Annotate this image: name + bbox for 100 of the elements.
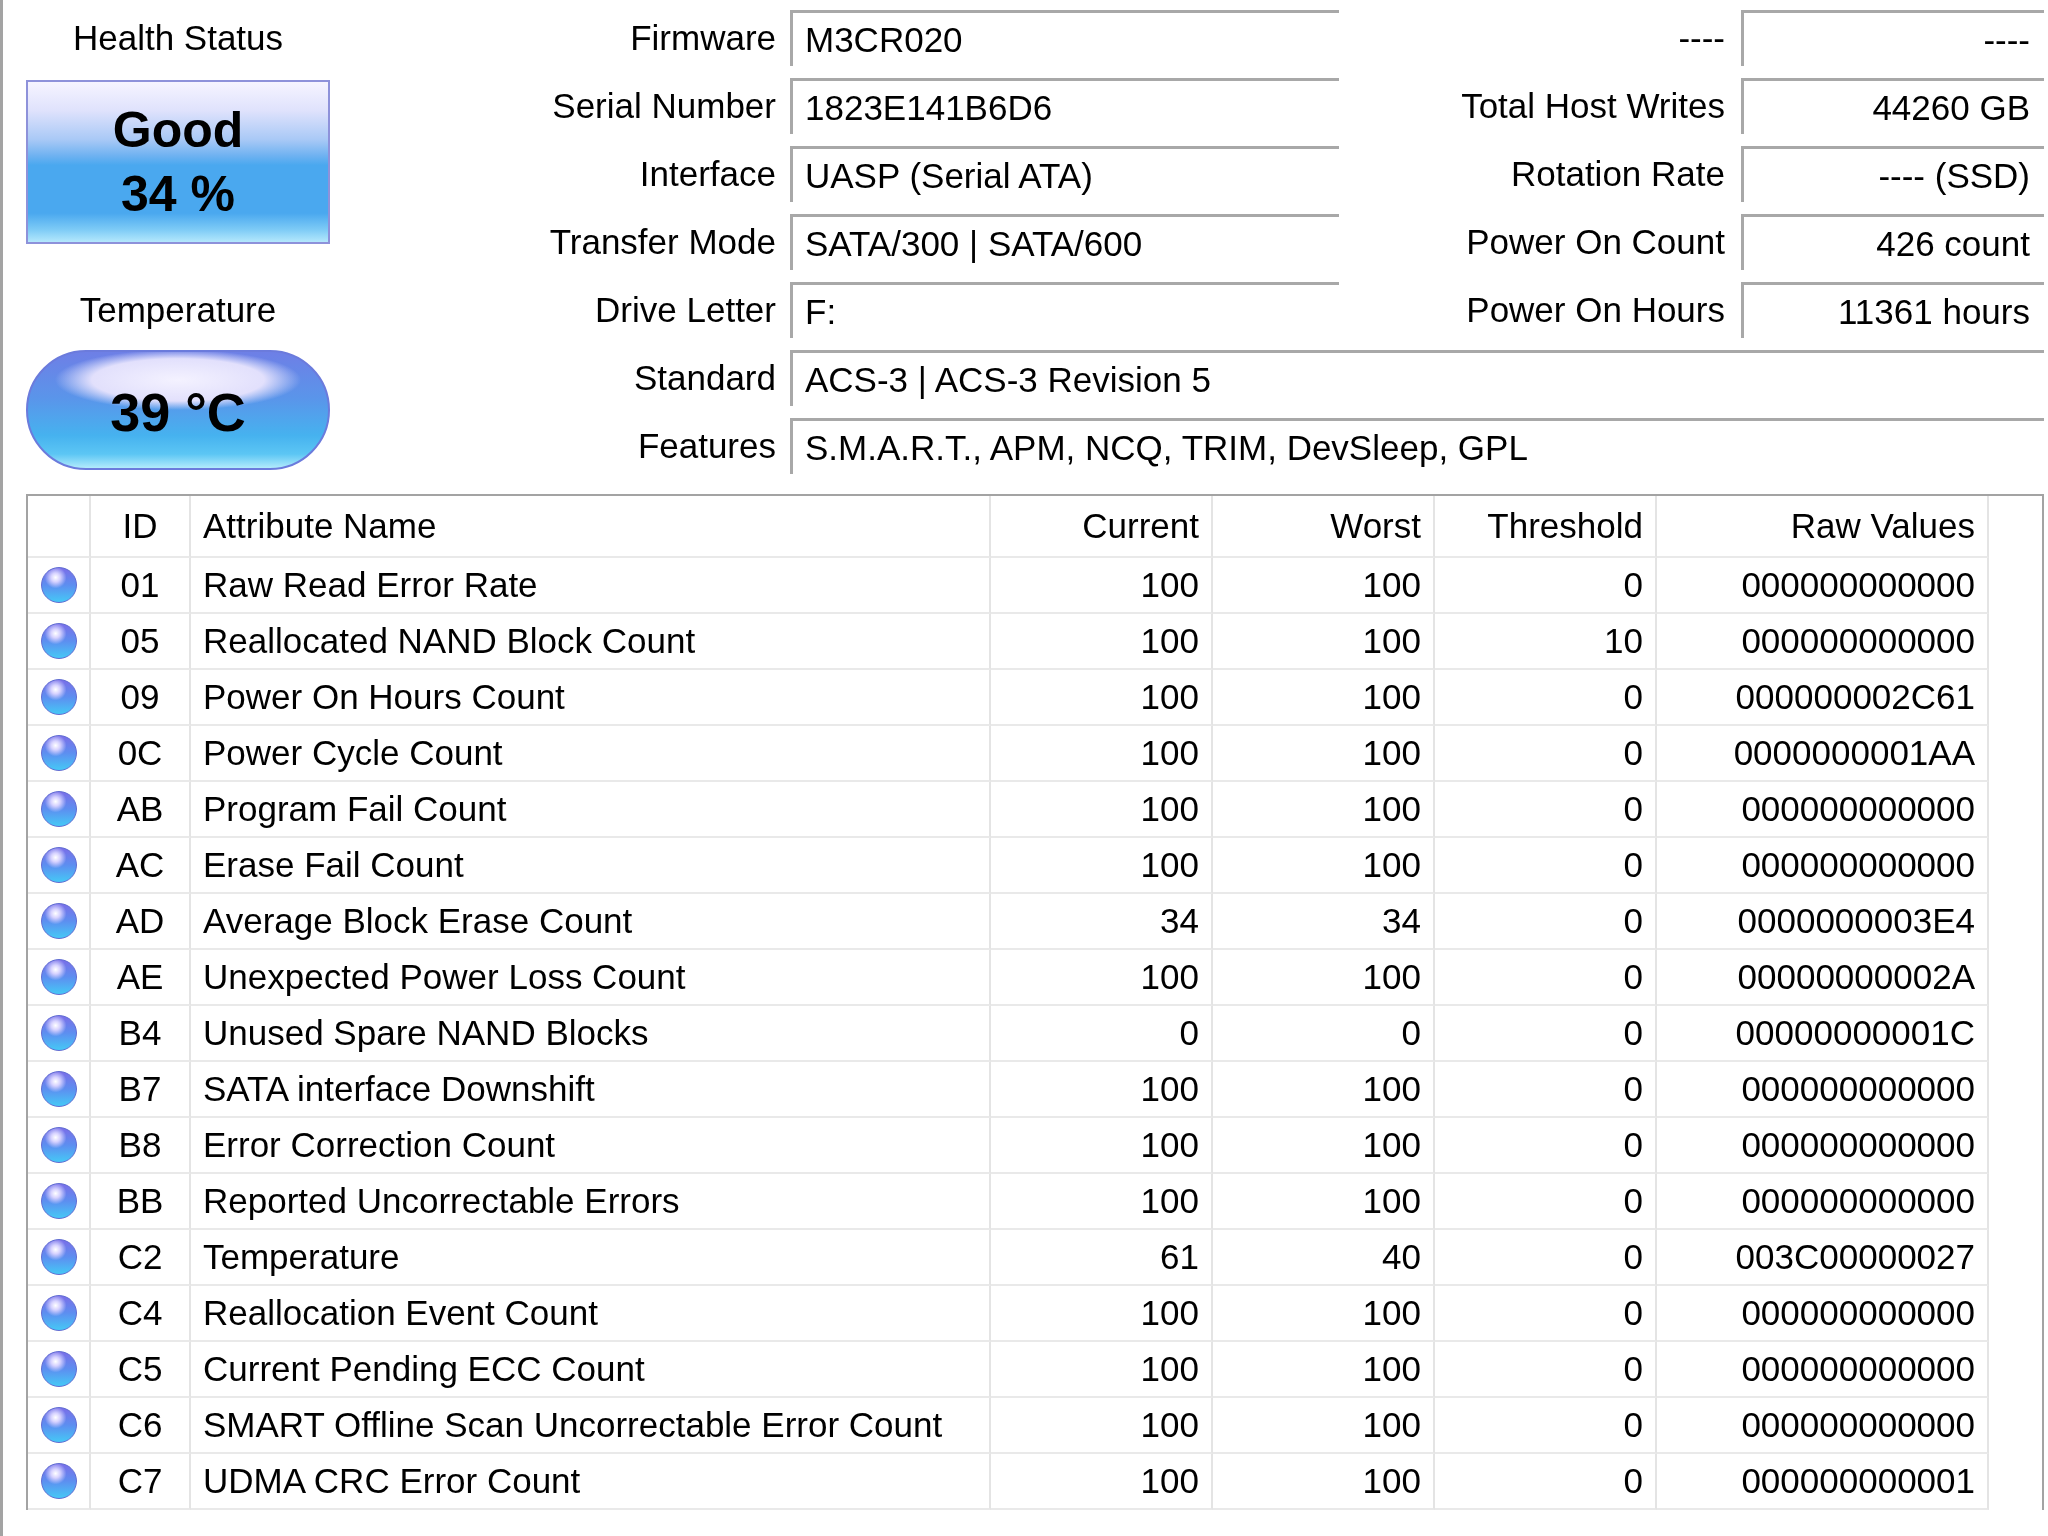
info-value-field: S.M.A.R.T., APM, NCQ, TRIM, DevSleep, GPL [790,418,2044,474]
table-cell: Unexpected Power Loss Count [191,950,991,1006]
table-cell: 10 [1435,614,1657,670]
column-header[interactable] [28,496,91,558]
table-cell: 100 [991,1342,1213,1398]
table-cell: Temperature [191,1230,991,1286]
health-percent: 34 % [121,169,235,219]
info-value-field: 44260 GB [1741,78,2044,134]
column-header[interactable]: Threshold [1435,496,1657,558]
table-cell: 100 [1213,782,1435,838]
table-cell: Error Correction Count [191,1118,991,1174]
table-cell: 01 [91,558,191,614]
table-cell: Reported Uncorrectable Errors [191,1174,991,1230]
table-cell: Erase Fail Count [191,838,991,894]
table-cell: 0 [991,1006,1213,1062]
table-cell: 100 [1213,558,1435,614]
info-value-field: 1823E141B6D6 [790,78,1339,134]
table-cell: 100 [1213,726,1435,782]
table-cell: 000000000000 [1657,838,1989,894]
table-cell: 0 [1435,1006,1657,1062]
column-header[interactable]: ID [91,496,191,558]
table-cell: 100 [1213,670,1435,726]
table-cell: 0 [1435,1454,1657,1510]
table-cell: 000000002C61 [1657,670,1989,726]
table-cell: 000000000000 [1657,1062,1989,1118]
table-cell: 100 [991,558,1213,614]
table-cell: 0 [1435,1174,1657,1230]
table-cell: SMART Offline Scan Uncorrectable Error Count [191,1398,991,1454]
table-cell: C5 [91,1342,191,1398]
table-cell: 0 [1213,1006,1435,1062]
info-value-field: SATA/300 | SATA/600 [790,214,1339,270]
table-cell: Reallocated NAND Block Count [191,614,991,670]
table-cell: C7 [91,1454,191,1510]
table-cell: Unused Spare NAND Blocks [191,1006,991,1062]
table-cell: 000000000000 [1657,1174,1989,1230]
table-cell: 0000000001AA [1657,726,1989,782]
field-label: Power On Hours [1466,290,1726,330]
table-cell: 0 [1435,726,1657,782]
table-cell: 0 [1435,1230,1657,1286]
table-cell: Reallocation Event Count [191,1286,991,1342]
health-status-text: Good [112,105,244,155]
info-value-field: 11361 hours [1741,282,2044,338]
table-cell: C6 [91,1398,191,1454]
column-header[interactable]: Attribute Name [191,496,991,558]
table-cell: 0 [1435,1062,1657,1118]
temperature-reading: 39 °C [26,350,330,470]
info-value-field: ---- (SSD) [1741,146,2044,202]
table-cell: 000000000000 [1657,782,1989,838]
table-cell: 100 [991,670,1213,726]
field-label: Features [637,426,777,466]
table-cell: 100 [1213,1062,1435,1118]
table-cell: 100 [991,782,1213,838]
table-cell: 00000000001C [1657,1006,1989,1062]
table-cell: AD [91,894,191,950]
table-cell: 0 [1435,894,1657,950]
column-header[interactable]: Worst [1213,496,1435,558]
table-cell: AE [91,950,191,1006]
table-cell: Raw Read Error Rate [191,558,991,614]
info-value-field: M3CR020 [790,10,1339,66]
field-label: Transfer Mode [549,222,777,262]
table-cell: SATA interface Downshift [191,1062,991,1118]
table-cell: Current Pending ECC Count [191,1342,991,1398]
field-label: Rotation Rate [1510,154,1726,194]
table-cell: 0 [1435,558,1657,614]
table-cell: 09 [91,670,191,726]
info-value-field: F: [790,282,1339,338]
table-cell: 0000000003E4 [1657,894,1989,950]
table-cell: AB [91,782,191,838]
table-cell: 000000000000 [1657,614,1989,670]
table-cell: Program Fail Count [191,782,991,838]
table-cell: 100 [1213,614,1435,670]
column-header[interactable]: Current [991,496,1213,558]
table-cell: 100 [991,726,1213,782]
field-label: Power On Count [1466,222,1726,262]
table-cell: 05 [91,614,191,670]
table-cell: 0 [1435,782,1657,838]
table-cell: C4 [91,1286,191,1342]
table-cell: 0 [1435,1118,1657,1174]
table-cell: B8 [91,1118,191,1174]
table-cell: 0 [1435,838,1657,894]
table-cell: 100 [1213,1286,1435,1342]
table-cell: 100 [991,1454,1213,1510]
table-cell: 40 [1213,1230,1435,1286]
table-cell: 100 [1213,950,1435,1006]
table-cell: 100 [991,1286,1213,1342]
table-cell: 003C00000027 [1657,1230,1989,1286]
table-cell: 100 [991,1062,1213,1118]
table-cell: 100 [991,1118,1213,1174]
table-cell: 000000000000 [1657,1286,1989,1342]
table-cell: 0 [1435,950,1657,1006]
table-cell: 100 [991,614,1213,670]
column-header[interactable]: Raw Values [1657,496,1989,558]
table-cell: 00000000002A [1657,950,1989,1006]
table-cell: 100 [1213,1398,1435,1454]
table-cell: 0 [1435,1342,1657,1398]
table-cell: 000000000000 [1657,558,1989,614]
table-cell: 61 [991,1230,1213,1286]
info-value-field: ACS-3 | ACS-3 Revision 5 [790,350,2044,406]
table-cell: 0C [91,726,191,782]
table-cell: 0 [1435,1286,1657,1342]
